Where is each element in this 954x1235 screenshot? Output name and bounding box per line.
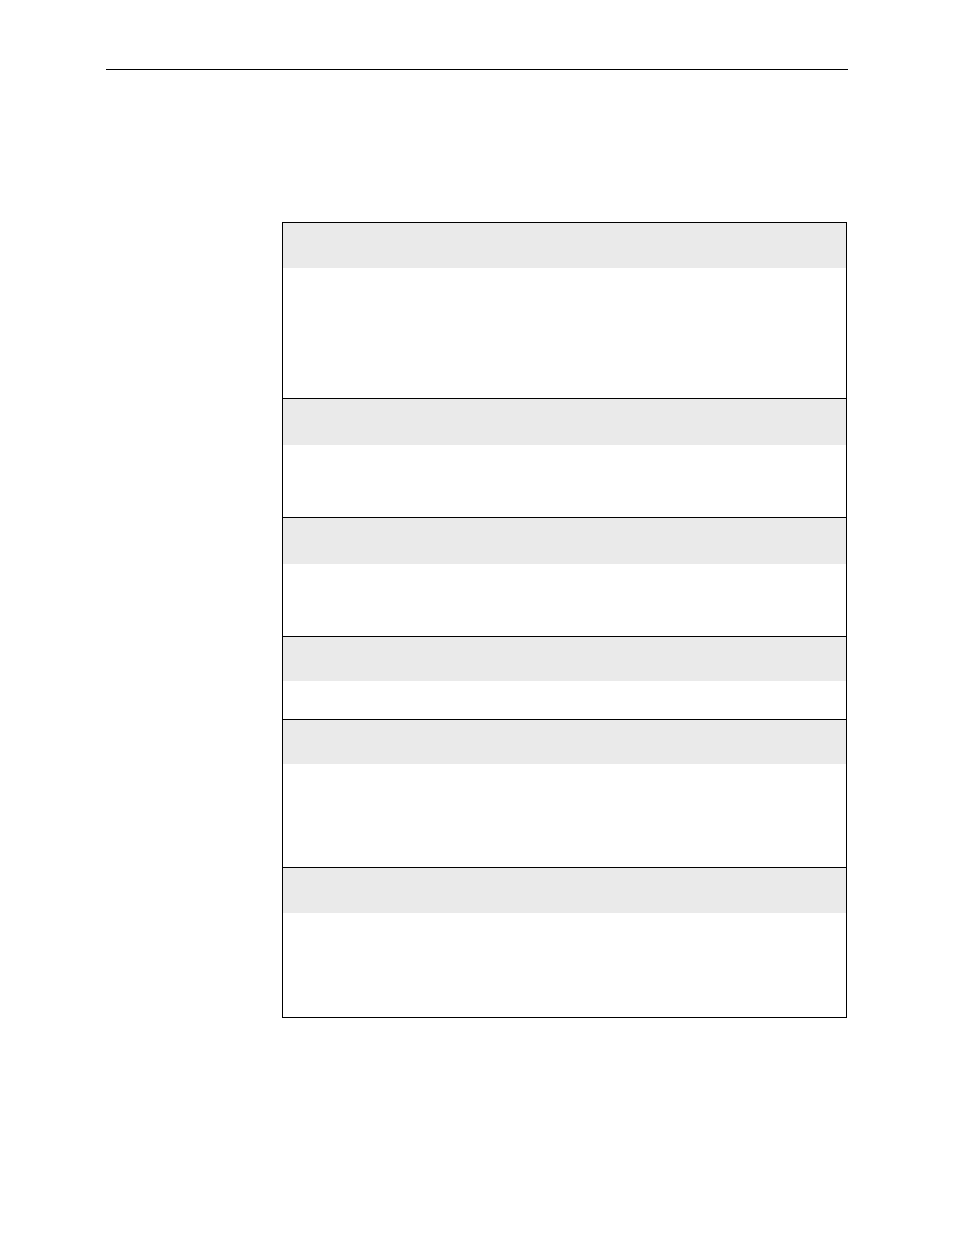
table-row bbox=[283, 445, 846, 517]
header-rule bbox=[106, 69, 848, 70]
table-row bbox=[283, 913, 846, 1017]
table-row bbox=[283, 564, 846, 636]
table-row bbox=[283, 518, 846, 564]
table-row bbox=[283, 268, 846, 398]
document-page bbox=[0, 0, 954, 1235]
striped-table bbox=[282, 222, 847, 1018]
table-row bbox=[283, 681, 846, 719]
table-row bbox=[283, 868, 846, 913]
table-row bbox=[283, 399, 846, 445]
table-row bbox=[283, 764, 846, 867]
table-row bbox=[283, 223, 846, 268]
table-row bbox=[283, 720, 846, 764]
table-row bbox=[283, 637, 846, 681]
